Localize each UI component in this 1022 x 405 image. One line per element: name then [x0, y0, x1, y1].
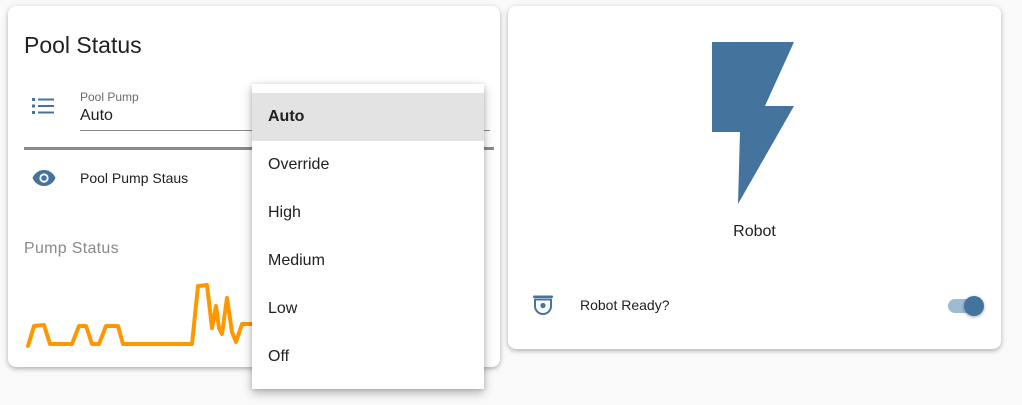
robot-ready-toggle[interactable]: [946, 294, 984, 318]
format-list-bulleted-icon: [32, 98, 54, 114]
menu-item-override[interactable]: Override: [252, 141, 484, 189]
graph-title: Pump Status: [24, 240, 119, 257]
menu-item-low[interactable]: Low: [252, 285, 484, 333]
menu-item-high[interactable]: High: [252, 189, 484, 237]
menu-item-medium[interactable]: Medium: [252, 237, 484, 285]
pool-pump-status-sensor[interactable]: Pool Pump Staus: [80, 170, 188, 186]
pool-pump-dropdown-menu: Auto Override High Medium Low Off: [252, 84, 484, 389]
robot-card[interactable]: Robot Robot Ready?: [508, 6, 1001, 349]
menu-item-auto[interactable]: Auto: [252, 93, 484, 141]
eye-icon: [32, 170, 56, 186]
toggle-thumb[interactable]: [964, 296, 984, 316]
pool-pump-select[interactable]: Auto: [80, 107, 113, 125]
cctv-icon: [533, 295, 553, 315]
menu-item-off[interactable]: Off: [252, 333, 484, 381]
robot-name: Robot: [733, 223, 776, 240]
pool-pump-select-label: Pool Pump: [80, 90, 139, 104]
card-title: Pool Status: [24, 32, 142, 58]
flash-icon: [712, 42, 794, 204]
robot-ready-label: Robot Ready?: [580, 297, 670, 313]
